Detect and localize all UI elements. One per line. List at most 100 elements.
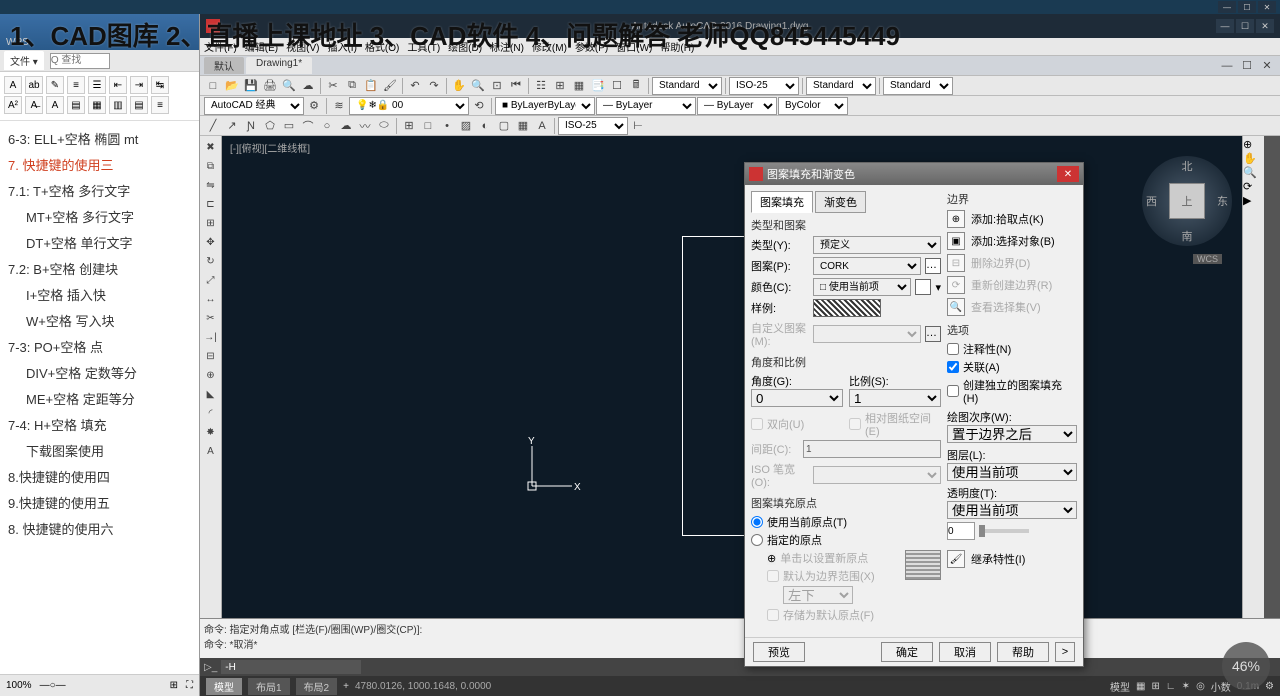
design-center-icon[interactable]: ⊞ xyxy=(551,77,569,95)
outline-item[interactable]: 7. 快捷键的使用三 xyxy=(8,153,191,179)
cut-icon[interactable]: ✂ xyxy=(324,77,342,95)
fillet-icon[interactable]: ◜ xyxy=(202,404,220,422)
ortho-toggle-icon[interactable]: ∟ xyxy=(1166,681,1176,692)
cad-restore[interactable]: ☐ xyxy=(1236,19,1254,33)
print-icon[interactable]: 🖨 xyxy=(261,77,279,95)
chk-separate[interactable] xyxy=(947,385,959,397)
insert-block-icon[interactable]: ⊞ xyxy=(400,117,418,135)
outline-item[interactable]: 9.快捷键的使用五 xyxy=(8,491,191,517)
model-tab[interactable]: 模型 xyxy=(206,678,242,695)
menu-item[interactable]: 编辑(E) xyxy=(245,39,278,54)
radio-specified-origin[interactable] xyxy=(751,534,763,546)
stretch-icon[interactable]: ↔ xyxy=(202,290,220,308)
layer-prev-icon[interactable]: ⟲ xyxy=(470,97,488,115)
polar-toggle-icon[interactable]: ✶ xyxy=(1182,681,1190,692)
text-style-select[interactable]: Standard xyxy=(652,77,722,95)
menu-item[interactable]: 标注(N) xyxy=(490,39,524,54)
menu-item[interactable]: 文件(F) xyxy=(204,39,237,54)
doc-tab-drawing1[interactable]: Drawing1* xyxy=(246,57,312,74)
transparency-select[interactable]: 使用当前项 xyxy=(947,501,1077,519)
viewcube-face[interactable]: 上 xyxy=(1169,183,1205,219)
tab-icon[interactable]: ↹ xyxy=(151,76,169,94)
polygon-icon[interactable]: ⬠ xyxy=(261,117,279,135)
lineweight-select[interactable]: — ByLayer xyxy=(697,97,777,115)
layer-select-dlg[interactable]: 使用当前项 xyxy=(947,463,1077,481)
publish-icon[interactable]: ☁ xyxy=(299,77,317,95)
outline-item[interactable]: ME+空格 定距等分 xyxy=(8,387,191,413)
outline-item[interactable]: 7.2: B+空格 创建块 xyxy=(8,257,191,283)
pick-points-button[interactable]: ⊕ xyxy=(947,210,965,228)
command-input[interactable] xyxy=(221,660,361,674)
ok-button[interactable]: 确定 xyxy=(881,642,933,662)
align-left-icon[interactable]: ▤ xyxy=(67,96,85,114)
superscript-icon[interactable]: A² xyxy=(4,96,22,114)
arc-icon[interactable]: ⌒ xyxy=(299,117,317,135)
workspace-settings-icon[interactable]: ⚙ xyxy=(305,97,323,115)
spline-icon[interactable]: 〰 xyxy=(356,117,374,135)
menu-item[interactable]: 绘图(D) xyxy=(448,39,482,54)
dialog-titlebar[interactable]: 图案填充和渐变色 ✕ xyxy=(745,163,1083,185)
wps-fullscreen-btn[interactable]: ⛶ xyxy=(186,680,193,691)
line-icon[interactable]: ╱ xyxy=(204,117,222,135)
mleader-style-select[interactable]: Standard xyxy=(883,77,953,95)
osnap-toggle-icon[interactable]: ◎ xyxy=(1196,681,1205,692)
cad-close[interactable]: ✕ xyxy=(1256,19,1274,33)
color-select[interactable]: ■ ByLayerByLayer xyxy=(495,97,595,115)
os-close[interactable]: ✕ xyxy=(1258,1,1276,13)
align-right-icon[interactable]: ▥ xyxy=(109,96,127,114)
mtext-icon[interactable]: A xyxy=(533,117,551,135)
outline-item[interactable]: MT+空格 多行文字 xyxy=(8,205,191,231)
wps-search-input[interactable] xyxy=(50,53,110,69)
add-layout-icon[interactable]: + xyxy=(343,681,349,692)
pan-icon[interactable]: ✋ xyxy=(450,77,468,95)
numbering-icon[interactable]: ☰ xyxy=(88,76,106,94)
ellipse-icon[interactable]: ⬭ xyxy=(375,117,393,135)
redo-icon[interactable]: ↷ xyxy=(425,77,443,95)
xline-icon[interactable]: ↗ xyxy=(223,117,241,135)
font-icon[interactable]: A xyxy=(46,96,64,114)
zoom-icon[interactable]: 🔍 xyxy=(469,77,487,95)
outline-item[interactable]: 7-3: PO+空格 点 xyxy=(8,335,191,361)
open-icon[interactable]: 📂 xyxy=(223,77,241,95)
help-button[interactable]: 帮助 xyxy=(997,642,1049,662)
plot-preview-icon[interactable]: 🔍 xyxy=(280,77,298,95)
revcloud-icon[interactable]: ☁ xyxy=(337,117,355,135)
layout2-tab[interactable]: 布局2 xyxy=(296,678,338,695)
layout1-tab[interactable]: 布局1 xyxy=(248,678,290,695)
copy-icon[interactable]: ⧉ xyxy=(343,77,361,95)
indent-icon[interactable]: ⇥ xyxy=(130,76,148,94)
outdent-icon[interactable]: ⇤ xyxy=(109,76,127,94)
circle-icon[interactable]: ○ xyxy=(318,117,336,135)
linetype-select[interactable]: — ByLayer xyxy=(596,97,696,115)
menu-item[interactable]: 插入(I) xyxy=(327,39,356,54)
trim-icon[interactable]: ✂ xyxy=(202,309,220,327)
copy-obj-icon[interactable]: ⧉ xyxy=(202,157,220,175)
color-select[interactable]: □ 使用当前项 xyxy=(813,278,911,296)
new-icon[interactable]: □ xyxy=(204,77,222,95)
outline-item[interactable]: 8.快捷键的使用四 xyxy=(8,465,191,491)
os-maximize[interactable]: ☐ xyxy=(1238,1,1256,13)
nav-full-icon[interactable]: ⊕ xyxy=(1243,138,1264,151)
format-painter-icon[interactable]: ✎ xyxy=(46,76,64,94)
layer-select[interactable]: 💡❄🔒 00 xyxy=(349,97,469,115)
doc-restore[interactable]: ☐ xyxy=(1238,57,1256,75)
preview-button[interactable]: 预览 xyxy=(753,642,805,662)
cad-minimize[interactable]: — xyxy=(1216,19,1234,33)
break-icon[interactable]: ⊟ xyxy=(202,347,220,365)
chk-annotative[interactable] xyxy=(947,343,959,355)
table-icon[interactable]: ▦ xyxy=(514,117,532,135)
mirror-icon[interactable]: ⇋ xyxy=(202,176,220,194)
outline-item[interactable]: 7-4: H+空格 填充 xyxy=(8,413,191,439)
viewcube[interactable]: 北 南 西 东 上 WCS xyxy=(1142,156,1232,246)
pline-icon[interactable]: Ɲ xyxy=(242,117,260,135)
region-icon[interactable]: ▢ xyxy=(495,117,513,135)
bg-color-dropdown[interactable]: ▾ xyxy=(935,281,941,294)
join-icon[interactable]: ⊕ xyxy=(202,366,220,384)
clear-format-icon[interactable]: A̶ xyxy=(25,96,43,114)
properties-icon[interactable]: ☷ xyxy=(532,77,550,95)
nav-pan-icon[interactable]: ✋ xyxy=(1243,152,1264,165)
inherit-props-button[interactable]: 🖌 xyxy=(947,550,965,568)
type-select[interactable]: 预定义 xyxy=(813,236,941,254)
plotstyle-select[interactable]: ByColor xyxy=(778,97,848,115)
menu-item[interactable]: 帮助(H) xyxy=(660,39,694,54)
